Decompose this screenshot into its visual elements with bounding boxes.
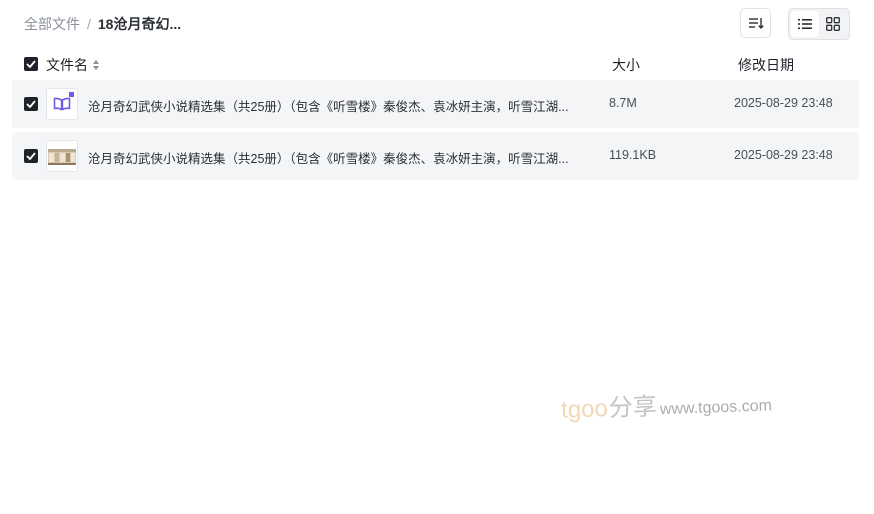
checkmark-icon — [26, 60, 36, 68]
file-size: 8.7M — [609, 96, 637, 110]
sort-icon — [748, 18, 764, 30]
breadcrumb-separator: / — [87, 16, 91, 32]
file-row[interactable]: 沧月奇幻武侠小说精选集（共25册）（包含《听雪楼》秦俊杰、袁冰妍主演，听雪江湖.… — [12, 80, 859, 128]
grid-view-icon — [826, 17, 840, 31]
watermark: tgoo 分享 www.tgoos.com — [560, 382, 773, 424]
file-name[interactable]: 沧月奇幻武侠小说精选集（共25册）（包含《听雪楼》秦俊杰、袁冰妍主演，听雪江湖.… — [88, 148, 568, 167]
column-sort-icon[interactable] — [92, 59, 100, 71]
watermark-brand: tgoo — [560, 395, 609, 424]
column-header: 文件名 大小 修改日期 — [0, 50, 874, 78]
row-checkbox[interactable] — [24, 149, 38, 163]
file-name[interactable]: 沧月奇幻武侠小说精选集（共25册）（包含《听雪楼》秦俊杰、袁冰妍主演，听雪江湖.… — [88, 96, 568, 115]
select-all-checkbox[interactable] — [24, 57, 38, 71]
watermark-share: 分享 — [608, 393, 658, 423]
list-view-icon — [798, 19, 812, 29]
image-thumbnail — [46, 140, 78, 172]
file-thumbnail — [46, 88, 78, 120]
file-browser: 全部文件 / 18沧月奇幻... 文件名 大小 修改日期 沧月奇幻武侠小说精选集… — [0, 0, 874, 514]
view-toggle — [788, 8, 850, 40]
column-name-label: 文件名 — [46, 57, 88, 73]
sort-button[interactable] — [740, 8, 771, 38]
top-bar: 全部文件 / 18沧月奇幻... — [0, 0, 874, 48]
file-modified-date: 2025-08-29 23:48 — [734, 148, 833, 162]
grid-view-button[interactable] — [819, 11, 847, 37]
column-modified[interactable]: 修改日期 — [738, 55, 794, 75]
file-size: 119.1KB — [609, 148, 657, 162]
book-icon — [53, 92, 74, 111]
breadcrumb-root-link[interactable]: 全部文件 — [24, 14, 80, 34]
watermark-url: www.tgoos.com — [659, 397, 773, 419]
column-name[interactable]: 文件名 — [46, 55, 100, 75]
file-modified-date: 2025-08-29 23:48 — [734, 96, 833, 110]
column-size[interactable]: 大小 — [612, 55, 640, 75]
breadcrumb-current-folder: 18沧月奇幻... — [97, 16, 182, 32]
row-checkbox[interactable] — [24, 97, 38, 111]
checkmark-icon — [26, 100, 36, 108]
image-thumbnail-icon — [47, 141, 77, 171]
list-view-button[interactable] — [791, 11, 819, 37]
breadcrumb: 全部文件 / 18沧月奇幻... — [24, 14, 181, 34]
file-row[interactable]: 沧月奇幻武侠小说精选集（共25册）（包含《听雪楼》秦俊杰、袁冰妍主演，听雪江湖.… — [12, 132, 859, 180]
checkmark-icon — [26, 152, 36, 160]
